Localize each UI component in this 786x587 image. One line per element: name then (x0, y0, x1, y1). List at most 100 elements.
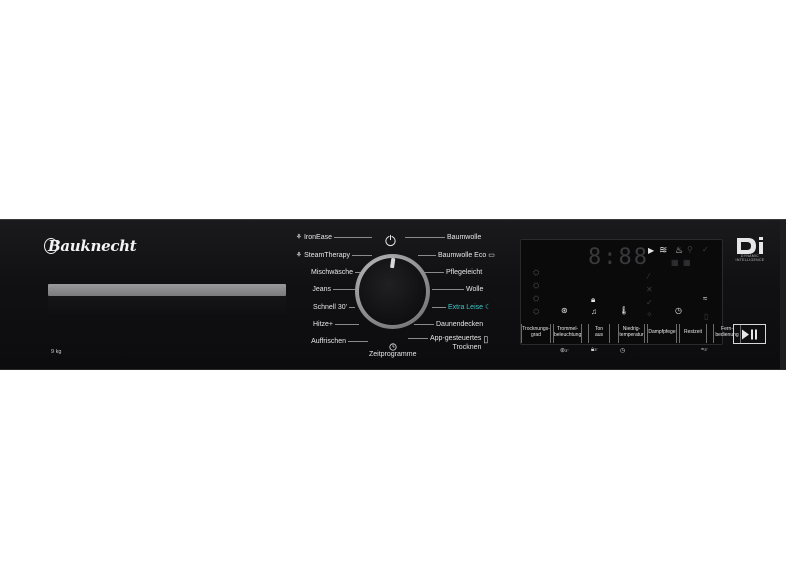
program-hitze-plus[interactable]: Hitze+ (313, 321, 359, 328)
dynamic-intelligence-text: DYNAMIC INTELLIGENCE (735, 254, 765, 262)
connector-line (432, 307, 446, 308)
program-jeans[interactable]: Jeans (312, 286, 359, 293)
program-daunendecken[interactable]: Daunendecken (414, 321, 483, 328)
care-indicator-icon: ✓ (646, 298, 653, 307)
start-pause-button[interactable] (733, 324, 766, 344)
connector-line (335, 324, 359, 325)
trommelbeleuchtung-button[interactable]: Trommel- beleuchtung (553, 324, 582, 343)
button-label: Dampfpfege (648, 329, 676, 335)
restzeit-button[interactable]: Restzeit (679, 324, 707, 343)
program-app-trocknen[interactable]: App-gesteuertes Trocknen ▯ (408, 334, 488, 352)
hold-seconds: 3" (704, 347, 708, 352)
zeitprogramme-label: Zeitprogramme (369, 351, 417, 358)
program-label: Hitze+ (312, 321, 333, 328)
program-label: Baumwolle (447, 234, 482, 241)
done-indicator-icon: ✓ (702, 245, 709, 254)
wifi-hold-icon: ≈3" (701, 347, 708, 353)
remote-indicator-icon: ▯ (704, 312, 709, 321)
drum-light-icon: ⊛ (561, 306, 568, 315)
button-label: beleuchtung (554, 332, 582, 338)
steam-level-icon: ⁄ (648, 272, 650, 281)
steam-indicator-icon: ≋ (659, 245, 668, 256)
program-label: Schnell 30' (312, 304, 347, 311)
dryness-level-3-icon: ⛭ (533, 268, 540, 277)
logo-ring (44, 238, 58, 254)
timer-icon: ◷ (675, 306, 682, 315)
detergent-drawer[interactable] (48, 284, 286, 296)
power-icon[interactable] (384, 234, 397, 247)
phone-icon: ▯ (483, 334, 489, 344)
filter-indicator-icon: ▦ (671, 258, 679, 267)
ton-aus-button[interactable]: Ton aus (588, 324, 610, 343)
mute-indicator-icon: ✕ (646, 285, 653, 294)
program-label: SteamTherapy (304, 252, 350, 259)
program-label: Daunendecken (436, 321, 484, 328)
program-label: App-gesteuertes (430, 335, 482, 342)
program-label: Mischwäsche (310, 269, 353, 276)
dryness-iron-icon: ⛭ (533, 307, 540, 316)
program-label: Baumwolle Eco (438, 252, 487, 259)
iron-ease-icon: ⚘ (295, 234, 302, 241)
drum-light-hold-icon: ⊛3" (560, 348, 569, 354)
connector-line (352, 255, 372, 256)
connector-line (348, 341, 368, 342)
button-label: aus (594, 332, 604, 338)
program-label: Extra Leise (448, 304, 484, 311)
thermometer-icon: 🌡︎ (619, 306, 630, 315)
program-steamtherapy[interactable]: ⚘ SteamTherapy (296, 252, 372, 259)
program-baumwolle[interactable]: Baumwolle (405, 234, 481, 241)
program-pflegeleicht[interactable]: Pflegeleicht (424, 269, 482, 276)
program-label: Pflegeleicht (446, 269, 483, 276)
lock-hold-icon: 🔒︎3" (591, 347, 598, 353)
program-wolle[interactable]: Wolle (432, 286, 483, 293)
play-indicator-icon: ▶ (648, 246, 655, 255)
bell-icon: ♫ (591, 307, 597, 316)
connector-line (334, 237, 372, 238)
program-schnell30[interactable]: Schnell 30' (313, 304, 355, 311)
program-auffrischen[interactable]: Auffrischen (311, 338, 368, 345)
hold-seconds: 3" (594, 347, 598, 352)
program-label: Wolle (466, 286, 484, 293)
button-label: grad (530, 332, 541, 338)
program-extra-leise[interactable]: Extra Leise ☾ (432, 304, 491, 311)
program-ironease[interactable]: ⚘ IronEase (296, 234, 372, 241)
dryness-level-2-icon: ⛭ (533, 281, 540, 290)
program-baumwolle-eco[interactable]: Baumwolle Eco ▭ (418, 252, 495, 259)
eco-tag-icon: ▭ (488, 252, 495, 259)
program-label: Auffrischen (311, 338, 346, 345)
dampfpflege-button[interactable]: Dampfpfege (647, 324, 677, 343)
program-label: IronEase (303, 234, 332, 241)
button-label: Restzeit (683, 329, 703, 335)
control-panel: Bauknecht 9 kg ⚘ IronEase ⚘ SteamTherapy… (0, 219, 786, 370)
hanger-indicator-icon: ⚲ (687, 245, 693, 254)
connector-line (424, 272, 444, 273)
brand-name: Bauknecht (48, 237, 137, 255)
hold-seconds: 3" (565, 348, 569, 353)
connector-line (405, 237, 445, 238)
brand-logo: Bauknecht (44, 237, 137, 255)
steam-therapy-icon: ⚘ (295, 252, 303, 259)
tank-indicator-icon: ▦ (683, 258, 691, 267)
connector-line (414, 324, 434, 325)
niedrigtemperatur-button[interactable]: Niedrig- temperatur (618, 324, 645, 343)
button-label: temperatur (619, 332, 644, 338)
drawer-recess (48, 296, 286, 318)
drying-indicator-icon: ♨ (675, 245, 684, 255)
timer-hold-icon: ◷ (620, 348, 626, 354)
panel-edge (780, 220, 786, 369)
connector-line (432, 289, 464, 290)
connector-line (349, 307, 355, 308)
care-level-icon: ✧ (646, 310, 653, 319)
program-label: Jeans (312, 286, 331, 293)
dryness-level-1-icon: ⛭ (533, 294, 540, 303)
trocknungsgrad-button[interactable]: Trocknungs- grad (521, 324, 551, 343)
play-pause-icon (741, 329, 757, 339)
lock-icon: 🔒︎ (591, 295, 596, 304)
connector-line (418, 255, 436, 256)
capacity-label: 9 kg (51, 349, 62, 355)
time-display: 8:88 (588, 245, 649, 270)
program-label-line2: Trocknen (452, 344, 482, 351)
quiet-icon: ☾ (485, 304, 492, 311)
clock-icon (389, 343, 397, 351)
program-label-block: App-gesteuertes Trocknen (430, 334, 481, 352)
